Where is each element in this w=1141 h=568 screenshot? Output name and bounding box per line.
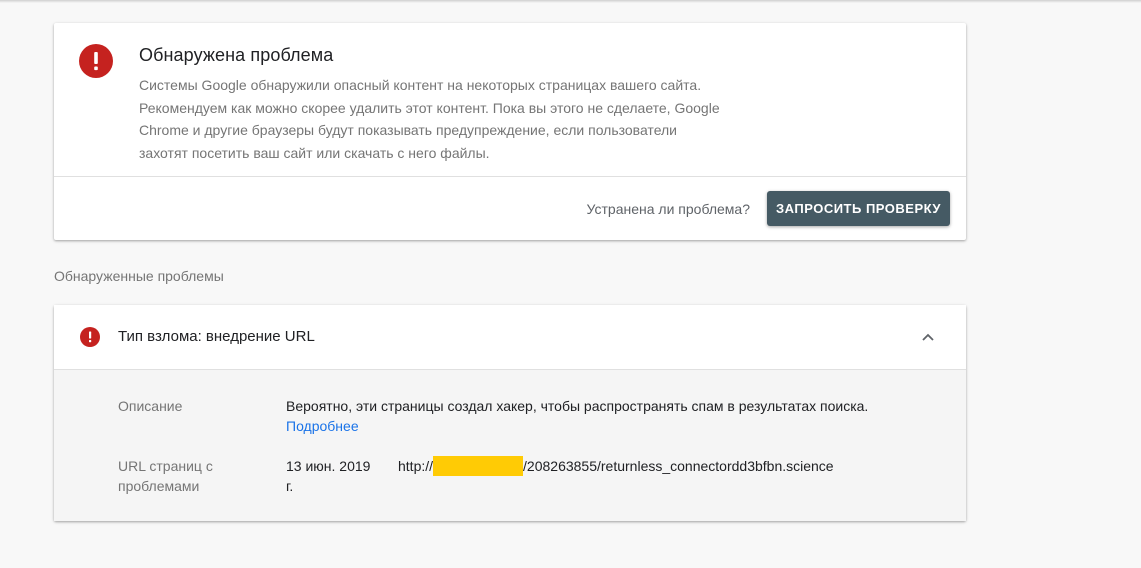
detected-issues-heading: Обнаруженные проблемы [54,268,224,284]
description-text: Вероятно, эти страницы создал хакер, что… [286,398,869,414]
affected-url[interactable]: http:// /208263855/returnless_connectordd… [398,456,834,476]
description-label: Описание [118,398,183,414]
alert-title: Обнаружена проблема [139,45,334,65]
redacted-domain [433,456,524,476]
url-prefix: http:// [398,458,434,474]
error-icon [79,44,113,78]
alert-description: Системы Google обнаружили опасный контен… [139,77,720,161]
issue-details: Описание Вероятно, эти страницы создал х… [54,370,966,521]
url-suffix: /208263855/returnless_connectordd3bfbn.s… [523,458,834,474]
fixed-question-label: Устранена ли проблема? [586,201,750,217]
divider [54,176,966,177]
description-value: Вероятно, эти страницы создал хакер, что… [286,396,876,436]
issue-title: Тип взлома: внедрение URL [118,328,315,345]
issue-alert-card: Обнаружена проблема Системы Google обнар… [54,23,966,240]
learn-more-link[interactable]: Подробнее [286,418,359,434]
url-date: 13 июн. 2019 г. [286,458,371,494]
request-review-button[interactable]: ЗАПРОСИТЬ ПРОВЕРКУ [767,191,950,226]
urls-label: URL страниц с проблемами [118,458,213,494]
issue-card: Тип взлома: внедрение URL Описание Вероя… [54,305,966,521]
top-edge-shadow [0,0,1141,3]
error-icon [80,327,100,347]
chevron-up-icon[interactable] [920,329,936,345]
issue-header[interactable]: Тип взлома: внедрение URL [54,305,966,370]
